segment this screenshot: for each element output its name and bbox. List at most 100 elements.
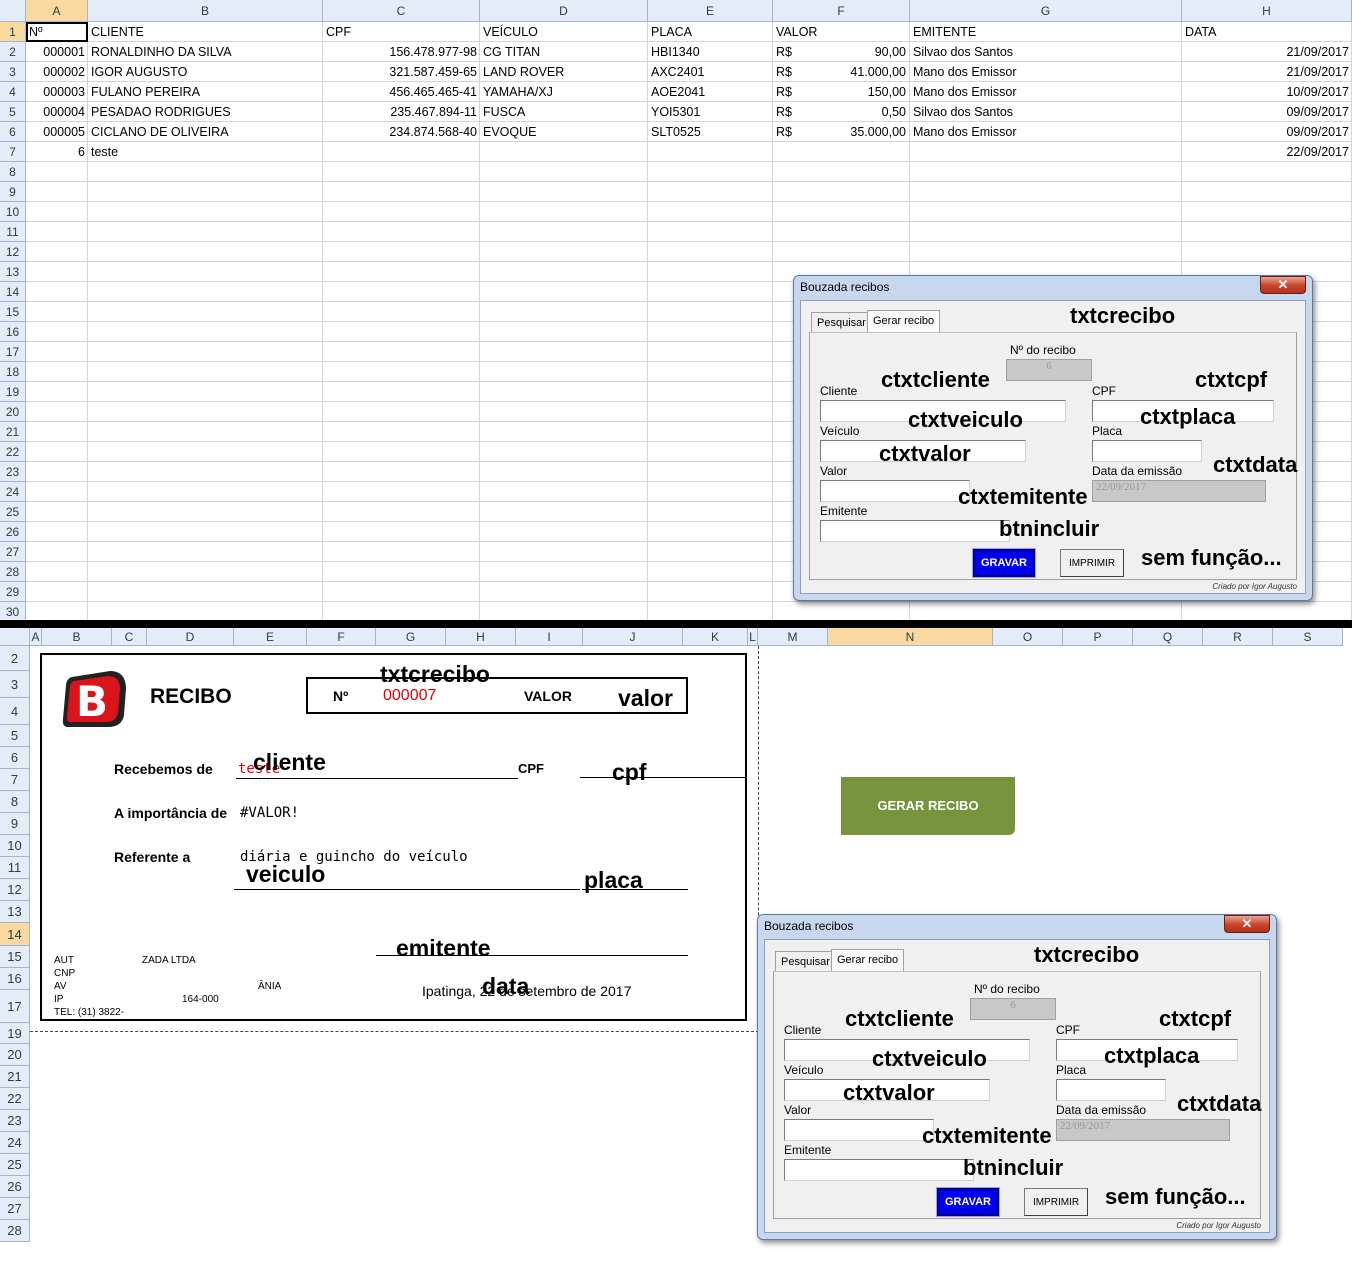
gravar-button[interactable]: GRAVAR (972, 548, 1036, 578)
row-header[interactable]: 11 (0, 222, 26, 242)
cell-cliente[interactable]: FULANO PEREIRA (88, 82, 323, 102)
row-header[interactable]: 6 (0, 747, 30, 769)
row-header[interactable]: 14 (0, 923, 30, 946)
close-button[interactable]: ✕ (1224, 915, 1270, 933)
cell-emitente[interactable]: Mano dos Emissor (910, 82, 1182, 102)
cell-cpf[interactable]: 321.587.459-65 (323, 62, 480, 82)
row-header[interactable]: 16 (0, 968, 30, 990)
cell-valor[interactable]: 90,00 (800, 42, 909, 62)
row-header[interactable]: 22 (0, 1088, 30, 1110)
cell-num[interactable]: 000001 (26, 42, 88, 62)
gravar-button[interactable]: GRAVAR (936, 1187, 1000, 1217)
row-header[interactable]: 10 (0, 202, 26, 222)
column-header[interactable]: E (234, 628, 307, 646)
row-header[interactable]: 9 (0, 182, 26, 202)
header-cell[interactable]: EMITENTE (910, 22, 1182, 42)
valor-input[interactable] (784, 1119, 934, 1141)
row-header[interactable]: 20 (0, 1044, 30, 1066)
imprimir-button[interactable]: IMPRIMIR (1060, 549, 1124, 577)
cell-placa[interactable]: HBI1340 (648, 42, 773, 62)
row-header[interactable]: 28 (0, 562, 26, 582)
row-header[interactable]: 17 (0, 342, 26, 362)
cell-emitente[interactable]: Mano dos Emissor (910, 122, 1182, 142)
column-header[interactable]: O (993, 628, 1063, 646)
row-header[interactable]: 3 (0, 62, 26, 82)
column-header[interactable]: E (648, 0, 773, 22)
cell-veiculo[interactable]: EVOQUE (480, 122, 648, 142)
emitente-input[interactable] (820, 520, 1010, 542)
cell-placa[interactable]: SLT0525 (648, 122, 773, 142)
cell-veiculo[interactable]: CG TITAN (480, 42, 648, 62)
row-header[interactable]: 24 (0, 482, 26, 502)
cell-num[interactable]: 000003 (26, 82, 88, 102)
column-header[interactable]: N (828, 628, 993, 646)
column-header[interactable]: I (516, 628, 583, 646)
close-button[interactable]: ✕ (1260, 276, 1306, 294)
tab-gerar-recibo[interactable]: Gerar recibo (867, 310, 941, 332)
row-header[interactable]: 24 (0, 1132, 30, 1154)
cell-cliente[interactable]: PESADAO RODRIGUES (88, 102, 323, 122)
cell-num[interactable]: 6 (26, 142, 88, 162)
cell-emitente[interactable]: Silvao dos Santos (910, 102, 1182, 122)
row-header[interactable]: 25 (0, 502, 26, 522)
cell-emitente[interactable]: Silvao dos Santos (910, 42, 1182, 62)
row-header[interactable]: 27 (0, 1198, 30, 1220)
cell-data[interactable]: 21/09/2017 (1182, 62, 1352, 82)
cell-emitente[interactable]: Mano dos Emissor (910, 62, 1182, 82)
column-header[interactable]: C (323, 0, 480, 22)
cell-placa[interactable]: AXC2401 (648, 62, 773, 82)
cell-cliente[interactable]: CICLANO DE OLIVEIRA (88, 122, 323, 142)
row-header[interactable]: 15 (0, 302, 26, 322)
row-header[interactable]: 11 (0, 857, 30, 879)
column-header[interactable]: S (1273, 628, 1343, 646)
row-header[interactable]: 13 (0, 262, 26, 282)
row-header[interactable]: 20 (0, 402, 26, 422)
column-header[interactable]: B (42, 628, 112, 646)
cell-data[interactable]: 09/09/2017 (1182, 122, 1352, 142)
row-header[interactable]: 19 (0, 1023, 30, 1044)
row-header[interactable]: 2 (0, 646, 30, 671)
cell-placa[interactable]: AOE2041 (648, 82, 773, 102)
cell-num[interactable]: 000002 (26, 62, 88, 82)
cell-data[interactable]: 10/09/2017 (1182, 82, 1352, 102)
valor-input[interactable] (820, 480, 970, 502)
column-header[interactable]: G (376, 628, 446, 646)
row-header[interactable]: 7 (0, 142, 26, 162)
tab-pesquisar[interactable]: Pesquisar (811, 312, 872, 332)
row-header[interactable]: 17 (0, 990, 30, 1023)
row-header[interactable]: 14 (0, 282, 26, 302)
row-header[interactable]: 10 (0, 835, 30, 857)
row-header[interactable]: 18 (0, 362, 26, 382)
row-header[interactable]: 29 (0, 582, 26, 602)
data-emissao-field[interactable]: 22/09/2017 (1056, 1119, 1230, 1141)
cell-data[interactable]: 21/09/2017 (1182, 42, 1352, 62)
column-header[interactable]: L (748, 628, 758, 646)
placa-input[interactable] (1056, 1079, 1166, 1101)
cell-valor[interactable] (800, 142, 909, 162)
cell-valor[interactable]: 41.000,00 (800, 62, 909, 82)
cell-veiculo[interactable] (480, 142, 648, 162)
num-recibo-field[interactable]: 6 (1006, 359, 1092, 381)
column-header[interactable]: B (88, 0, 323, 22)
row-header[interactable]: 25 (0, 1154, 30, 1176)
column-header[interactable]: A (30, 628, 42, 646)
cell-veiculo[interactable]: FUSCA (480, 102, 648, 122)
row-header[interactable]: 7 (0, 769, 30, 791)
column-header[interactable]: Q (1133, 628, 1203, 646)
column-header[interactable]: P (1063, 628, 1133, 646)
cell-valor[interactable]: 0,50 (800, 102, 909, 122)
row-header[interactable]: 27 (0, 542, 26, 562)
row-header[interactable]: 4 (0, 82, 26, 102)
column-header[interactable]: D (147, 628, 234, 646)
column-header[interactable]: A (26, 0, 88, 22)
column-header[interactable]: H (1182, 0, 1352, 22)
cell-cpf[interactable] (323, 142, 480, 162)
select-all-corner[interactable] (0, 628, 30, 646)
cell-cliente[interactable]: RONALDINHO DA SILVA (88, 42, 323, 62)
cell-veiculo[interactable]: LAND ROVER (480, 62, 648, 82)
column-header[interactable]: R (1203, 628, 1273, 646)
row-header[interactable]: 3 (0, 671, 30, 698)
column-header[interactable]: D (480, 0, 648, 22)
header-cell[interactable]: DATA (1182, 22, 1352, 42)
row-header[interactable]: 5 (0, 102, 26, 122)
